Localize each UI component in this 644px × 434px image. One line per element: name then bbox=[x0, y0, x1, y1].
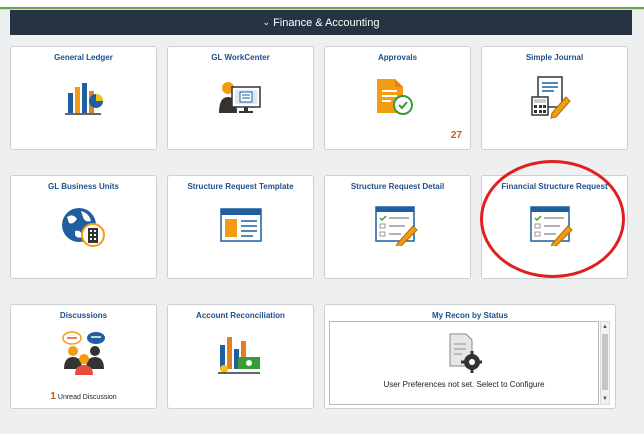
recon-scrollbar[interactable]: ▲ ▼ bbox=[600, 321, 610, 405]
tile-title: Discussions bbox=[59, 311, 108, 320]
tile-structure-request-detail[interactable]: Structure Request Detail bbox=[324, 175, 471, 279]
tile-gl-workcenter[interactable]: GL WorkCenter bbox=[167, 46, 314, 150]
red-highlight-circle bbox=[480, 160, 625, 278]
section-header[interactable]: ⌄ Finance & Accounting bbox=[10, 10, 632, 35]
chevron-down-icon: ⌄ bbox=[262, 17, 271, 27]
approvals-count-badge: 27 bbox=[450, 130, 462, 141]
recon-message: User Preferences not set. Select to Conf… bbox=[383, 380, 545, 389]
tile-structure-request-template[interactable]: Structure Request Template bbox=[167, 175, 314, 279]
bar-chart-icon bbox=[65, 83, 103, 115]
tile-title: My Recon by Status bbox=[431, 311, 508, 320]
document-gear-icon bbox=[449, 333, 482, 373]
globe-building-icon bbox=[62, 208, 105, 247]
tile-title: GL Business Units bbox=[48, 182, 119, 191]
tile-title: Structure Request Template bbox=[187, 182, 294, 191]
scroll-thumb[interactable] bbox=[602, 334, 608, 390]
tile-title: Account Reconciliation bbox=[196, 311, 285, 320]
section-title: Finance & Accounting bbox=[273, 16, 380, 29]
unread-count: 1 bbox=[50, 391, 56, 402]
workcenter-icon bbox=[219, 82, 261, 113]
tile-title: Structure Request Detail bbox=[350, 182, 445, 191]
tile-title: General Ledger bbox=[54, 53, 113, 62]
unread-discussion-status: 1 Unread Discussion bbox=[11, 391, 156, 402]
top-bar bbox=[0, 0, 644, 10]
discussion-people-icon bbox=[62, 331, 105, 375]
unread-label: Unread Discussion bbox=[57, 394, 117, 401]
tile-general-ledger[interactable]: General Ledger bbox=[10, 46, 157, 150]
approval-document-icon bbox=[377, 79, 413, 115]
recon-panel[interactable]: User Preferences not set. Select to Conf… bbox=[329, 321, 599, 405]
tile-account-reconciliation[interactable]: Account Reconciliation bbox=[167, 304, 314, 409]
template-icon bbox=[220, 208, 262, 242]
tile-discussions[interactable]: Discussions 1 Unread Discussion bbox=[10, 304, 157, 409]
tile-title: Approvals bbox=[377, 53, 418, 62]
tile-simple-journal[interactable]: Simple Journal bbox=[481, 46, 628, 150]
reconciliation-money-icon bbox=[218, 337, 260, 374]
scroll-up-arrow-icon[interactable]: ▲ bbox=[602, 323, 608, 331]
scroll-down-arrow-icon[interactable]: ▼ bbox=[602, 395, 608, 403]
tile-title: Simple Journal bbox=[525, 53, 584, 62]
brand-strip bbox=[0, 7, 644, 9]
tile-title: GL WorkCenter bbox=[211, 53, 270, 62]
tile-approvals[interactable]: Approvals 27 bbox=[324, 46, 471, 150]
tile-my-recon-by-status[interactable]: My Recon by Status User Preferences not … bbox=[324, 304, 616, 409]
journal-calculator-icon bbox=[531, 76, 571, 119]
tile-gl-business-units[interactable]: GL Business Units bbox=[10, 175, 157, 279]
checklist-pencil-icon bbox=[375, 206, 418, 246]
